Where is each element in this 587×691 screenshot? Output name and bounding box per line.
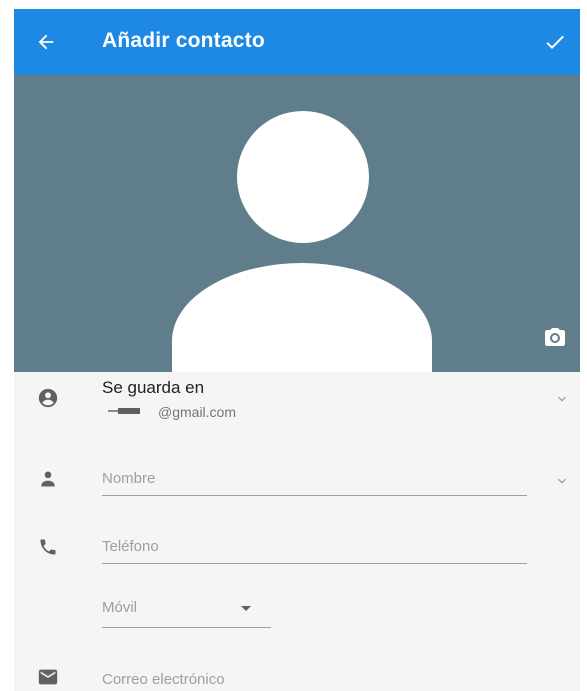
app-bar: Añadir contacto (14, 9, 580, 75)
dropdown-arrow-icon (241, 606, 251, 611)
account-email-domain: @gmail.com (158, 404, 237, 420)
phone-input[interactable] (102, 538, 527, 564)
phone-type-select[interactable]: Móvil (102, 597, 271, 628)
email-input[interactable] (102, 671, 527, 691)
screen: Añadir contacto Se guarda en @gmail.com (14, 9, 580, 691)
phone-icon (34, 533, 62, 561)
page-title: Añadir contacto (102, 29, 265, 52)
redacted-username (108, 408, 140, 415)
contact-photo-area[interactable] (14, 75, 580, 372)
back-button[interactable] (32, 28, 60, 56)
change-photo-button[interactable] (540, 323, 570, 351)
check-icon (546, 35, 564, 49)
camera-icon (545, 328, 565, 346)
name-expand-chevron-icon[interactable] (552, 471, 572, 491)
account-chevron-down-icon[interactable] (552, 389, 572, 409)
person-icon (34, 465, 62, 493)
save-button[interactable] (540, 28, 570, 56)
account-email: @gmail.com (108, 404, 237, 420)
phone-type-value: Móvil (102, 599, 138, 616)
saved-in-label: Se guarda en (102, 378, 205, 397)
avatar-head (237, 111, 369, 243)
arrow-back-icon (38, 34, 54, 50)
avatar-body (172, 263, 432, 372)
email-icon (34, 663, 62, 691)
account-circle-icon (34, 384, 62, 412)
name-input[interactable] (102, 470, 527, 496)
